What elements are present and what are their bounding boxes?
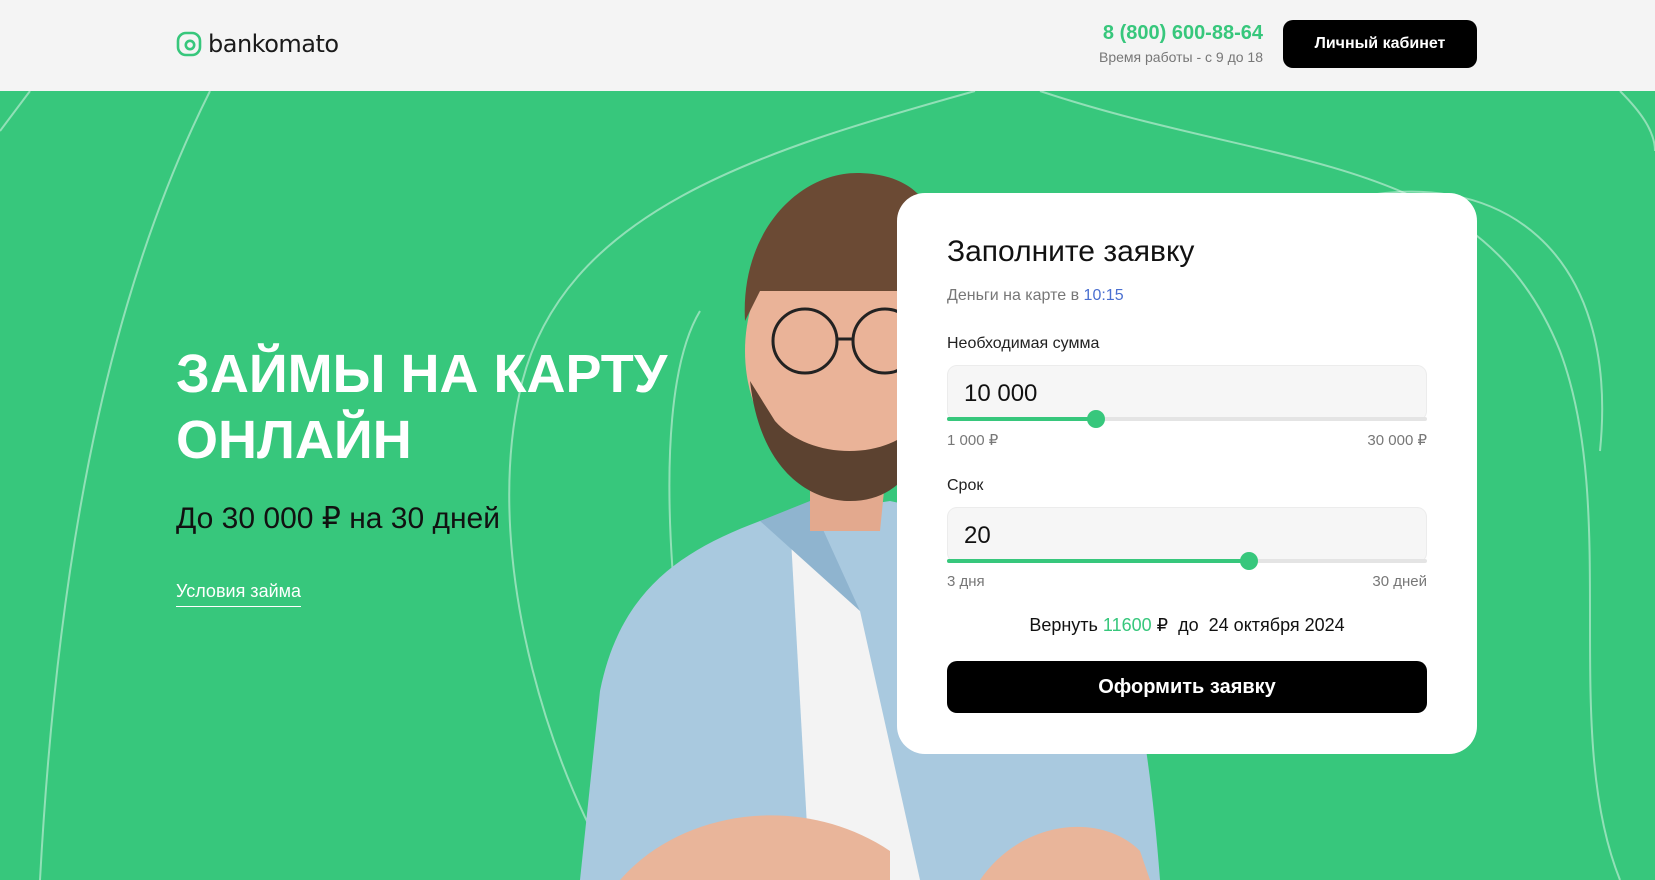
hero-section: ЗАЙМЫ НА КАРТУ ОНЛАЙН До 30 000 ₽ на 30 … (0, 91, 1655, 880)
term-input[interactable]: 20 (947, 507, 1427, 563)
amount-slider-handle[interactable] (1086, 410, 1105, 428)
term-slider[interactable] (947, 552, 1427, 570)
term-value: 20 (964, 522, 991, 549)
term-slider-fill (947, 559, 1250, 563)
note-prefix: Деньги на карте в (947, 287, 1080, 304)
hero-subtitle: До 30 000 ₽ на 30 дней (176, 502, 500, 535)
contacts: 8 (800) 600-88-64 Время работы - с 9 до … (1099, 21, 1263, 65)
return-prefix: Вернуть (1029, 615, 1098, 635)
amount-value: 10 000 (964, 380, 1038, 407)
term-min: 3 дня (947, 573, 985, 590)
logo[interactable]: bankomato (176, 30, 339, 58)
amount-slider[interactable] (947, 410, 1427, 428)
return-summary: Вернуть 11600 ₽ до 24 октября 2024 (897, 615, 1477, 636)
logo-text: bankomato (208, 30, 339, 58)
bankomato-logo-icon (176, 31, 202, 57)
amount-max: 30 000 ₽ (1367, 432, 1427, 449)
submit-application-button[interactable]: Оформить заявку (947, 661, 1427, 713)
amount-min: 1 000 ₽ (947, 432, 999, 449)
working-hours: Время работы - с 9 до 18 (1099, 49, 1263, 65)
term-slider-handle[interactable] (1240, 552, 1259, 570)
loan-terms-link[interactable]: Условия займа (176, 581, 302, 607)
hero-title: ЗАЙМЫ НА КАРТУ ОНЛАЙН (176, 344, 668, 470)
return-until: до (1178, 615, 1199, 635)
money-arrival-note: Деньги на карте в 10:15 (947, 287, 1124, 305)
return-currency: ₽ (1156, 615, 1169, 635)
application-form: Заполните заявку Деньги на карте в 10:15… (897, 193, 1477, 754)
term-label: Срок (947, 477, 984, 494)
return-amount: 11600 (1102, 615, 1152, 635)
form-title: Заполните заявку (947, 235, 1195, 268)
term-max: 30 дней (1372, 573, 1427, 590)
site-header: bankomato 8 (800) 600-88-64 Время работы… (0, 0, 1655, 91)
arrival-time: 10:15 (1083, 287, 1124, 304)
amount-slider-fill (947, 417, 1096, 421)
return-date: 24 октября 2024 (1208, 615, 1345, 635)
amount-label: Необходимая сумма (947, 335, 1100, 352)
amount-input[interactable]: 10 000 (947, 365, 1427, 421)
personal-cabinet-button[interactable]: Личный кабинет (1283, 20, 1477, 68)
phone-number[interactable]: 8 (800) 600-88-64 (1099, 21, 1263, 45)
